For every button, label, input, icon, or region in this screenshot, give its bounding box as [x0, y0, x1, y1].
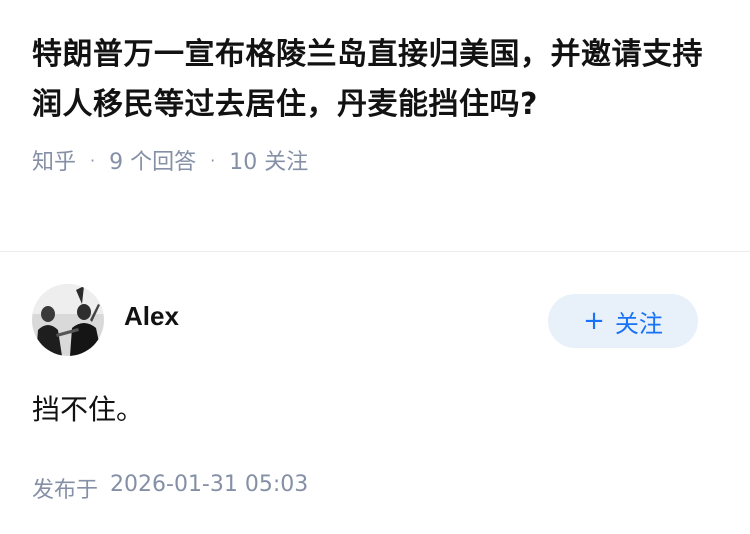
answer-card: Alex + 关注 挡不住。 发布于 2026-01-31 05:03: [32, 284, 722, 504]
divider: [0, 251, 750, 252]
published-time: 2026-01-31 05:03: [110, 472, 309, 497]
answer-content[interactable]: 挡不住。: [32, 390, 722, 430]
follow-label: 关注: [614, 309, 663, 338]
author-name[interactable]: Alex: [124, 301, 179, 332]
meta-separator: ·: [90, 150, 96, 170]
question-header: 特朗普万一宣布格陵兰岛直接归美国，并邀请支持润人移民等过去居住，丹麦能挡住吗? …: [32, 30, 722, 180]
avatar-image: [32, 284, 104, 356]
author-row: Alex + 关注: [32, 284, 722, 356]
answer-timestamp: 发布于 2026-01-31 05:03: [32, 472, 722, 504]
meta-separator: ·: [210, 150, 216, 170]
published-label: 发布于: [32, 478, 99, 503]
source-label[interactable]: 知乎: [32, 144, 76, 176]
answers-count[interactable]: 9 个回答: [109, 144, 196, 176]
follow-button[interactable]: + 关注: [548, 294, 698, 348]
question-meta: 知乎 · 9 个回答 · 10 关注: [32, 140, 722, 180]
avatar[interactable]: [32, 284, 104, 356]
followers-count[interactable]: 10 关注: [229, 144, 308, 176]
plus-icon: +: [583, 306, 605, 336]
question-title[interactable]: 特朗普万一宣布格陵兰岛直接归美国，并邀请支持润人移民等过去居住，丹麦能挡住吗?: [32, 30, 722, 130]
